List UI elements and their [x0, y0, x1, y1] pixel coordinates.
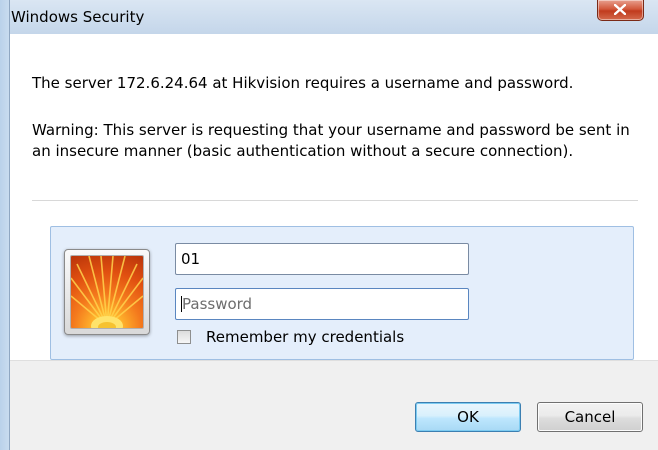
remember-credentials-label[interactable]: Remember my credentials [206, 328, 404, 346]
close-x-icon [614, 4, 626, 15]
close-button[interactable] [597, 0, 644, 21]
ok-button[interactable]: OK [415, 402, 521, 432]
divider [32, 200, 638, 201]
window-title: Windows Security [11, 8, 145, 26]
server-message: The server 172.6.24.64 at Hikvision requ… [32, 74, 574, 92]
username-value: 01 [181, 250, 201, 268]
remember-credentials-checkbox[interactable] [177, 330, 191, 344]
user-tile [64, 249, 150, 335]
password-placeholder: Password [182, 295, 253, 313]
username-field[interactable]: 01 [175, 243, 469, 275]
window-frame-left [0, 0, 10, 450]
password-field[interactable]: Password [175, 288, 469, 320]
title-bar[interactable]: Windows Security [0, 0, 658, 34]
windows-security-dialog: Windows Security The server 172.6.24.64 … [0, 0, 658, 450]
flower-user-tile-icon [70, 255, 144, 329]
warning-message: Warning: This server is requesting that … [32, 121, 630, 160]
cancel-button[interactable]: Cancel [537, 402, 643, 432]
